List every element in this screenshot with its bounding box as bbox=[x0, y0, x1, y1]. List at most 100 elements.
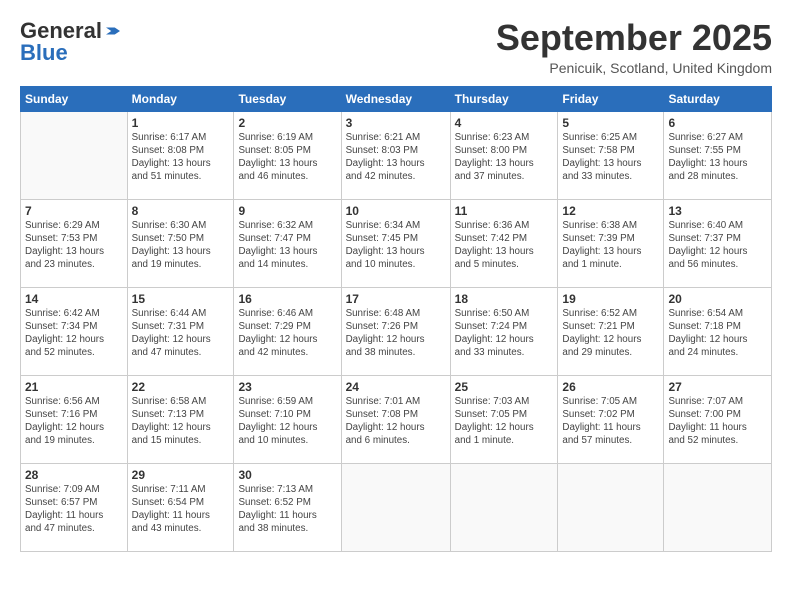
page: General Blue September 2025 Penicuik, Sc… bbox=[0, 0, 792, 562]
day-number: 26 bbox=[562, 380, 659, 394]
day-number: 30 bbox=[238, 468, 336, 482]
day-info: Sunrise: 6:32 AMSunset: 7:47 PMDaylight:… bbox=[238, 219, 336, 272]
calendar-cell: 12Sunrise: 6:38 AMSunset: 7:39 PMDayligh… bbox=[558, 199, 664, 287]
day-number: 2 bbox=[238, 116, 336, 130]
calendar-cell: 27Sunrise: 7:07 AMSunset: 7:00 PMDayligh… bbox=[664, 375, 772, 463]
location: Penicuik, Scotland, United Kingdom bbox=[496, 60, 772, 76]
col-monday: Monday bbox=[127, 86, 234, 111]
calendar-cell: 17Sunrise: 6:48 AMSunset: 7:26 PMDayligh… bbox=[341, 287, 450, 375]
day-info: Sunrise: 6:59 AMSunset: 7:10 PMDaylight:… bbox=[238, 395, 336, 448]
day-info: Sunrise: 6:34 AMSunset: 7:45 PMDaylight:… bbox=[346, 219, 446, 272]
calendar-cell: 20Sunrise: 6:54 AMSunset: 7:18 PMDayligh… bbox=[664, 287, 772, 375]
calendar-cell: 19Sunrise: 6:52 AMSunset: 7:21 PMDayligh… bbox=[558, 287, 664, 375]
calendar-cell: 29Sunrise: 7:11 AMSunset: 6:54 PMDayligh… bbox=[127, 463, 234, 551]
calendar-cell: 14Sunrise: 6:42 AMSunset: 7:34 PMDayligh… bbox=[21, 287, 128, 375]
day-info: Sunrise: 6:46 AMSunset: 7:29 PMDaylight:… bbox=[238, 307, 336, 360]
day-number: 3 bbox=[346, 116, 446, 130]
calendar-cell: 8Sunrise: 6:30 AMSunset: 7:50 PMDaylight… bbox=[127, 199, 234, 287]
day-info: Sunrise: 7:01 AMSunset: 7:08 PMDaylight:… bbox=[346, 395, 446, 448]
day-info: Sunrise: 6:21 AMSunset: 8:03 PMDaylight:… bbox=[346, 131, 446, 184]
day-number: 15 bbox=[132, 292, 230, 306]
day-info: Sunrise: 6:29 AMSunset: 7:53 PMDaylight:… bbox=[25, 219, 123, 272]
header-area: General Blue September 2025 Penicuik, Sc… bbox=[20, 18, 772, 76]
calendar-cell: 24Sunrise: 7:01 AMSunset: 7:08 PMDayligh… bbox=[341, 375, 450, 463]
col-tuesday: Tuesday bbox=[234, 86, 341, 111]
day-number: 21 bbox=[25, 380, 123, 394]
day-number: 11 bbox=[455, 204, 554, 218]
calendar-cell: 15Sunrise: 6:44 AMSunset: 7:31 PMDayligh… bbox=[127, 287, 234, 375]
calendar-cell: 13Sunrise: 6:40 AMSunset: 7:37 PMDayligh… bbox=[664, 199, 772, 287]
col-friday: Friday bbox=[558, 86, 664, 111]
day-number: 18 bbox=[455, 292, 554, 306]
calendar-cell bbox=[341, 463, 450, 551]
logo-arrow-icon bbox=[104, 24, 122, 38]
day-number: 29 bbox=[132, 468, 230, 482]
day-number: 24 bbox=[346, 380, 446, 394]
day-info: Sunrise: 6:36 AMSunset: 7:42 PMDaylight:… bbox=[455, 219, 554, 272]
calendar-week-1: 7Sunrise: 6:29 AMSunset: 7:53 PMDaylight… bbox=[21, 199, 772, 287]
calendar-cell: 9Sunrise: 6:32 AMSunset: 7:47 PMDaylight… bbox=[234, 199, 341, 287]
calendar-cell bbox=[450, 463, 558, 551]
calendar-cell: 18Sunrise: 6:50 AMSunset: 7:24 PMDayligh… bbox=[450, 287, 558, 375]
day-info: Sunrise: 6:19 AMSunset: 8:05 PMDaylight:… bbox=[238, 131, 336, 184]
day-info: Sunrise: 7:05 AMSunset: 7:02 PMDaylight:… bbox=[562, 395, 659, 448]
day-number: 23 bbox=[238, 380, 336, 394]
calendar-cell: 30Sunrise: 7:13 AMSunset: 6:52 PMDayligh… bbox=[234, 463, 341, 551]
calendar: Sunday Monday Tuesday Wednesday Thursday… bbox=[20, 86, 772, 552]
calendar-cell: 4Sunrise: 6:23 AMSunset: 8:00 PMDaylight… bbox=[450, 111, 558, 199]
calendar-cell: 22Sunrise: 6:58 AMSunset: 7:13 PMDayligh… bbox=[127, 375, 234, 463]
calendar-cell: 6Sunrise: 6:27 AMSunset: 7:55 PMDaylight… bbox=[664, 111, 772, 199]
calendar-cell: 7Sunrise: 6:29 AMSunset: 7:53 PMDaylight… bbox=[21, 199, 128, 287]
calendar-cell: 5Sunrise: 6:25 AMSunset: 7:58 PMDaylight… bbox=[558, 111, 664, 199]
col-wednesday: Wednesday bbox=[341, 86, 450, 111]
day-number: 13 bbox=[668, 204, 767, 218]
day-info: Sunrise: 7:11 AMSunset: 6:54 PMDaylight:… bbox=[132, 483, 230, 536]
day-info: Sunrise: 6:52 AMSunset: 7:21 PMDaylight:… bbox=[562, 307, 659, 360]
day-number: 9 bbox=[238, 204, 336, 218]
day-number: 8 bbox=[132, 204, 230, 218]
day-number: 7 bbox=[25, 204, 123, 218]
day-info: Sunrise: 7:07 AMSunset: 7:00 PMDaylight:… bbox=[668, 395, 767, 448]
calendar-cell bbox=[664, 463, 772, 551]
calendar-cell: 16Sunrise: 6:46 AMSunset: 7:29 PMDayligh… bbox=[234, 287, 341, 375]
calendar-cell bbox=[21, 111, 128, 199]
day-number: 25 bbox=[455, 380, 554, 394]
title-area: September 2025 Penicuik, Scotland, Unite… bbox=[496, 18, 772, 76]
day-info: Sunrise: 6:25 AMSunset: 7:58 PMDaylight:… bbox=[562, 131, 659, 184]
calendar-week-3: 21Sunrise: 6:56 AMSunset: 7:16 PMDayligh… bbox=[21, 375, 772, 463]
day-info: Sunrise: 6:42 AMSunset: 7:34 PMDaylight:… bbox=[25, 307, 123, 360]
day-info: Sunrise: 7:13 AMSunset: 6:52 PMDaylight:… bbox=[238, 483, 336, 536]
calendar-cell: 26Sunrise: 7:05 AMSunset: 7:02 PMDayligh… bbox=[558, 375, 664, 463]
calendar-cell: 3Sunrise: 6:21 AMSunset: 8:03 PMDaylight… bbox=[341, 111, 450, 199]
day-info: Sunrise: 6:58 AMSunset: 7:13 PMDaylight:… bbox=[132, 395, 230, 448]
day-info: Sunrise: 6:50 AMSunset: 7:24 PMDaylight:… bbox=[455, 307, 554, 360]
day-number: 14 bbox=[25, 292, 123, 306]
day-number: 6 bbox=[668, 116, 767, 130]
day-number: 17 bbox=[346, 292, 446, 306]
day-info: Sunrise: 6:48 AMSunset: 7:26 PMDaylight:… bbox=[346, 307, 446, 360]
logo: General Blue bbox=[20, 18, 122, 66]
day-number: 27 bbox=[668, 380, 767, 394]
day-number: 5 bbox=[562, 116, 659, 130]
calendar-week-0: 1Sunrise: 6:17 AMSunset: 8:08 PMDaylight… bbox=[21, 111, 772, 199]
day-info: Sunrise: 6:17 AMSunset: 8:08 PMDaylight:… bbox=[132, 131, 230, 184]
day-number: 1 bbox=[132, 116, 230, 130]
col-thursday: Thursday bbox=[450, 86, 558, 111]
calendar-cell: 23Sunrise: 6:59 AMSunset: 7:10 PMDayligh… bbox=[234, 375, 341, 463]
day-info: Sunrise: 6:44 AMSunset: 7:31 PMDaylight:… bbox=[132, 307, 230, 360]
day-info: Sunrise: 6:30 AMSunset: 7:50 PMDaylight:… bbox=[132, 219, 230, 272]
calendar-cell: 2Sunrise: 6:19 AMSunset: 8:05 PMDaylight… bbox=[234, 111, 341, 199]
day-number: 22 bbox=[132, 380, 230, 394]
day-number: 12 bbox=[562, 204, 659, 218]
day-number: 4 bbox=[455, 116, 554, 130]
day-info: Sunrise: 6:23 AMSunset: 8:00 PMDaylight:… bbox=[455, 131, 554, 184]
calendar-cell: 11Sunrise: 6:36 AMSunset: 7:42 PMDayligh… bbox=[450, 199, 558, 287]
day-number: 19 bbox=[562, 292, 659, 306]
month-title: September 2025 bbox=[496, 18, 772, 58]
day-number: 10 bbox=[346, 204, 446, 218]
day-info: Sunrise: 6:40 AMSunset: 7:37 PMDaylight:… bbox=[668, 219, 767, 272]
calendar-week-2: 14Sunrise: 6:42 AMSunset: 7:34 PMDayligh… bbox=[21, 287, 772, 375]
calendar-cell: 28Sunrise: 7:09 AMSunset: 6:57 PMDayligh… bbox=[21, 463, 128, 551]
calendar-header-row: Sunday Monday Tuesday Wednesday Thursday… bbox=[21, 86, 772, 111]
calendar-cell: 1Sunrise: 6:17 AMSunset: 8:08 PMDaylight… bbox=[127, 111, 234, 199]
